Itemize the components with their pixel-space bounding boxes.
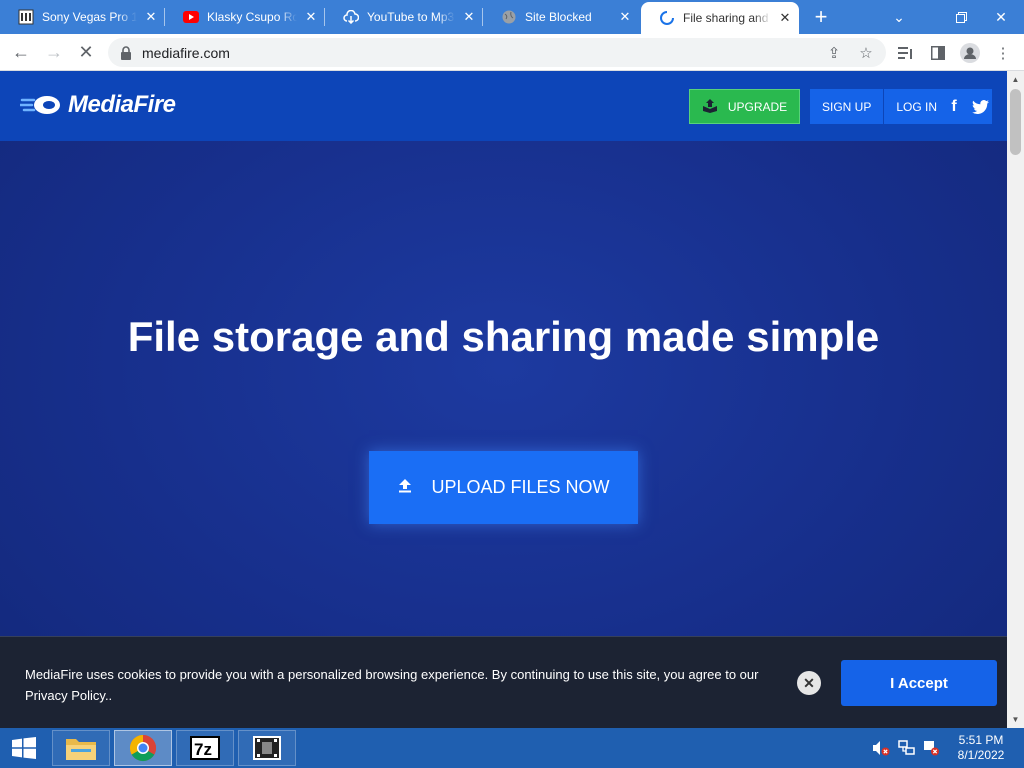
- cookie-banner: MediaFire uses cookies to provide you wi…: [0, 636, 1007, 728]
- action-center-warning-icon[interactable]: [922, 740, 940, 756]
- bank-icon: [18, 9, 34, 25]
- upload-icon: [397, 477, 413, 498]
- address-url[interactable]: mediafire.com: [142, 45, 230, 61]
- tab-title: YouTube to Mp3 C: [367, 10, 455, 24]
- tab-title: Sony Vegas Pro 1: [42, 10, 137, 24]
- network-icon[interactable]: [898, 740, 916, 756]
- close-icon[interactable]: ✕: [777, 10, 793, 26]
- 7zip-icon[interactable]: 7z: [176, 730, 234, 766]
- chevron-down-icon[interactable]: ⌄: [876, 0, 922, 34]
- svg-text:7z: 7z: [194, 740, 212, 759]
- facebook-icon[interactable]: f: [945, 98, 963, 116]
- upgrade-label: UPGRADE: [727, 99, 788, 114]
- cloud-download-icon: [343, 9, 359, 25]
- log-in-link[interactable]: LOG IN: [884, 89, 949, 124]
- scroll-thumb[interactable]: [1010, 89, 1021, 155]
- tab-sony-vegas[interactable]: Sony Vegas Pro 1 ✕: [0, 0, 165, 34]
- scroll-up-icon[interactable]: ▲: [1007, 71, 1024, 88]
- mediafire-logo[interactable]: MediaFire: [20, 91, 176, 119]
- youtube-icon: [183, 9, 199, 25]
- share-icon[interactable]: ⇪: [824, 43, 844, 63]
- taskbar-clock[interactable]: 5:51 PM 8/1/2022: [952, 733, 1010, 763]
- hero-title: File storage and sharing made simple: [127, 313, 880, 360]
- browser-tab-strip: Sony Vegas Pro 1 ✕ Klasky Csupo Rob ✕ Yo…: [0, 0, 1024, 34]
- mediafire-page: MediaFire UPGRADE SIGN UP LOG IN f File …: [0, 71, 1007, 728]
- back-arrow-icon[interactable]: ←: [8, 39, 34, 65]
- site-header: MediaFire UPGRADE SIGN UP LOG IN f: [0, 71, 1007, 141]
- close-icon[interactable]: ✕: [617, 9, 633, 25]
- accept-cookies-button[interactable]: I Accept: [841, 660, 997, 706]
- auth-links: SIGN UP LOG IN f: [810, 89, 992, 124]
- tab-youtube-to-mp3[interactable]: YouTube to Mp3 C ✕: [325, 0, 483, 34]
- browser-toolbar: ← → ✕ mediafire.com ⇪ ☆ ⋮: [0, 34, 1024, 71]
- stop-loading-icon[interactable]: ✕: [73, 39, 99, 65]
- scroll-down-icon[interactable]: ▼: [1007, 711, 1024, 728]
- upload-files-button[interactable]: UPLOAD FILES NOW: [369, 451, 638, 524]
- upload-label: UPLOAD FILES NOW: [431, 477, 610, 497]
- globe-icon: [501, 9, 517, 25]
- speaker-muted-icon[interactable]: [872, 740, 890, 756]
- close-window-button[interactable]: ✕: [978, 0, 1024, 34]
- tab-mediafire[interactable]: File sharing and s ✕: [641, 2, 799, 34]
- close-icon[interactable]: ✕: [143, 9, 159, 25]
- close-icon[interactable]: ✕: [797, 671, 821, 695]
- new-tab-button[interactable]: +: [808, 4, 834, 30]
- sign-up-link[interactable]: SIGN UP: [810, 89, 883, 124]
- tab-title: Site Blocked: [525, 10, 592, 24]
- tab-klasky-csupo[interactable]: Klasky Csupo Rob ✕: [165, 0, 325, 34]
- cookie-message: MediaFire uses cookies to provide you wi…: [25, 667, 759, 703]
- forward-arrow-icon[interactable]: →: [41, 39, 67, 65]
- movie-maker-icon[interactable]: [238, 730, 296, 766]
- upgrade-button[interactable]: UPGRADE: [689, 89, 800, 124]
- tab-title: File sharing and s: [683, 11, 771, 25]
- tab-title: Klasky Csupo Rob: [207, 10, 297, 24]
- close-icon[interactable]: ✕: [461, 9, 477, 25]
- upgrade-box-icon: [702, 98, 718, 116]
- more-menu-icon[interactable]: ⋮: [992, 42, 1014, 64]
- media-queue-icon[interactable]: [895, 42, 917, 64]
- lock-icon: [121, 45, 131, 60]
- tab-site-blocked[interactable]: Site Blocked ✕: [483, 0, 639, 34]
- address-bar[interactable]: mediafire.com ⇪ ☆: [108, 38, 886, 67]
- loading-spinner-icon: [659, 10, 675, 26]
- close-icon[interactable]: ✕: [303, 9, 319, 25]
- windows-start-button[interactable]: [0, 728, 48, 768]
- page-scrollbar[interactable]: ▲ ▼: [1007, 71, 1024, 728]
- clock-time: 5:51 PM: [958, 733, 1004, 747]
- twitter-icon[interactable]: [971, 98, 989, 116]
- profile-avatar-icon[interactable]: [959, 42, 981, 64]
- logo-text: MediaFire: [68, 91, 176, 118]
- chrome-icon[interactable]: [114, 730, 172, 766]
- file-explorer-icon[interactable]: [52, 730, 110, 766]
- clock-date: 8/1/2022: [957, 748, 1005, 762]
- windows-taskbar: 7z 5:51 PM 8/1/2022: [0, 728, 1024, 768]
- flame-logo-icon: [20, 96, 60, 114]
- star-icon[interactable]: ☆: [856, 43, 876, 63]
- side-panel-icon[interactable]: [927, 42, 949, 64]
